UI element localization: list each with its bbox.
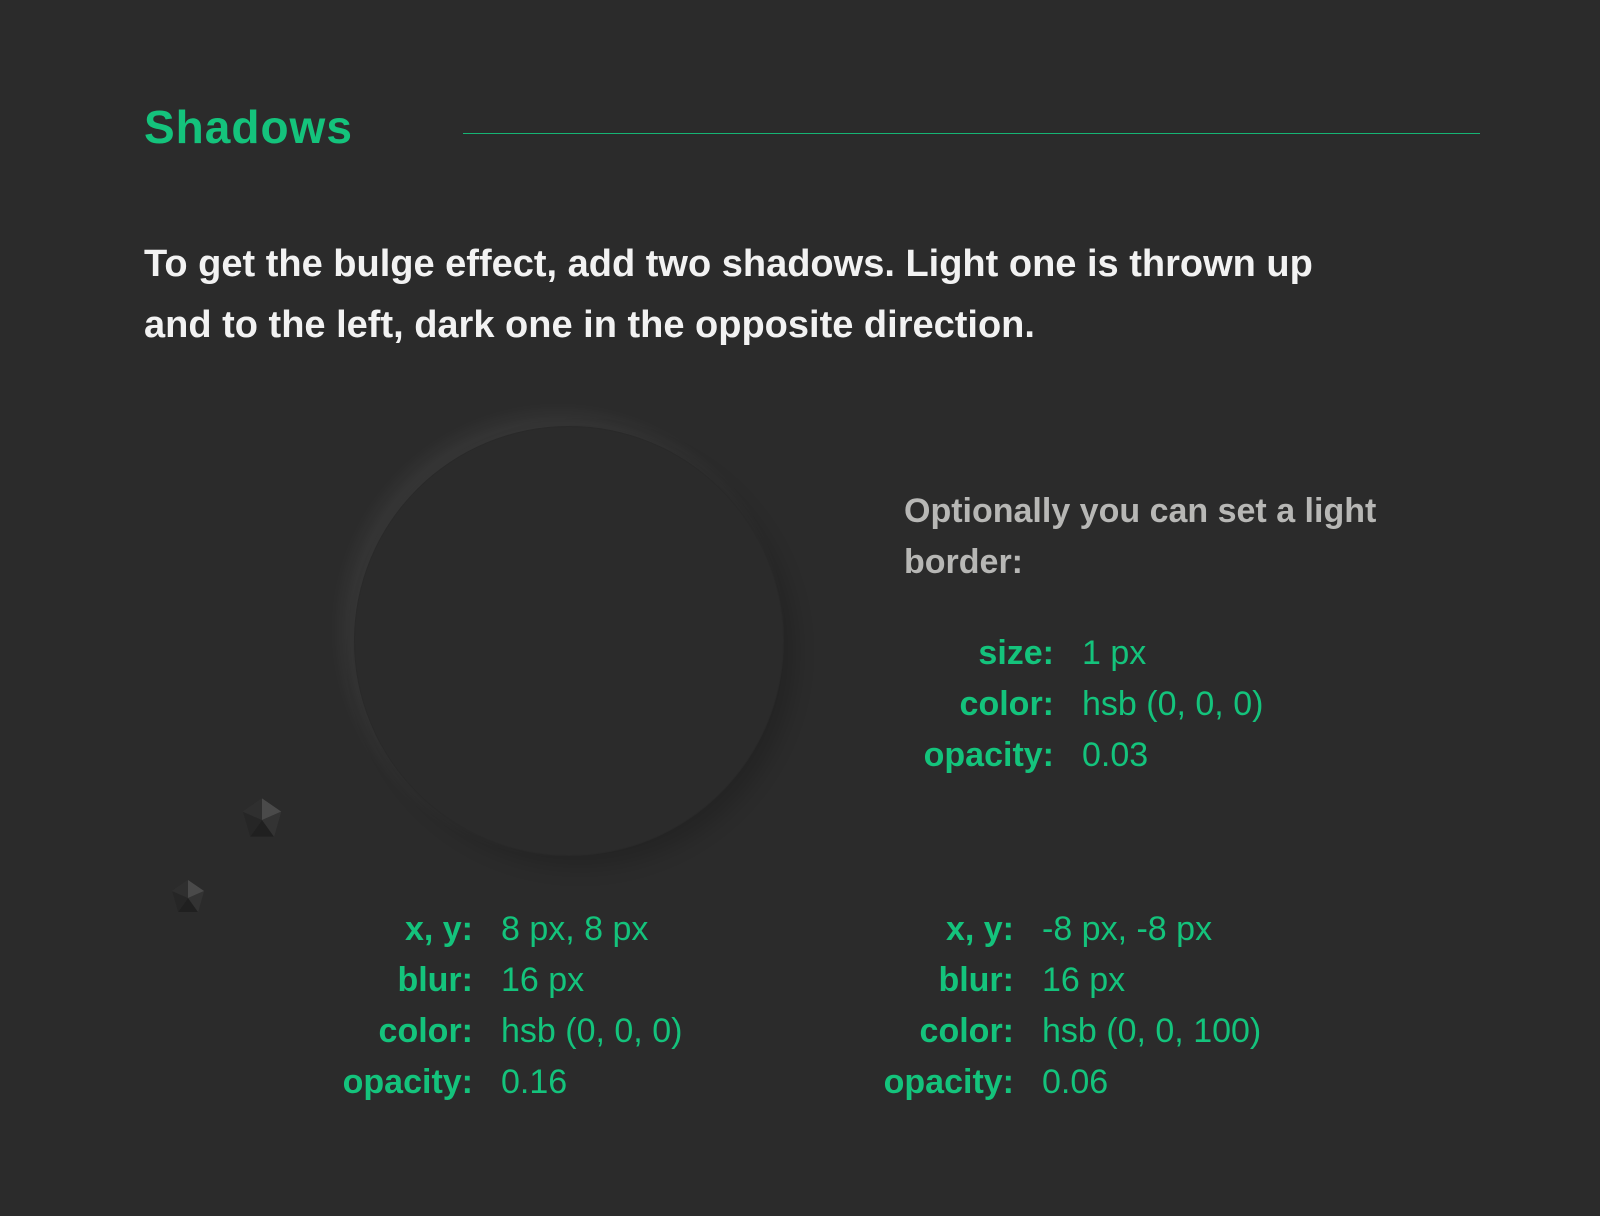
spec-val: 0.16 [473,1057,567,1108]
header: Shadows [144,100,1480,154]
illustration-stage: Optionally you can set a light border: s… [144,416,1480,1216]
spec-key: x, y: [834,904,1014,955]
spec-key: opacity: [904,730,1054,781]
spec-key: color: [236,1006,473,1057]
gem-icon [238,796,286,844]
spec-row: blur: 16 px [834,955,1414,1006]
spec-key: size: [904,628,1054,679]
spec-row: opacity: 0.06 [834,1057,1414,1108]
spec-key: blur: [834,955,1014,1006]
neumorphic-circle [354,426,784,856]
spec-row: x, y: 8 px, 8 px [236,904,796,955]
page-title: Shadows [144,100,353,154]
spec-key: opacity: [834,1057,1014,1108]
border-spec: Optionally you can set a light border: s… [904,486,1444,781]
spec-val: 0.06 [1014,1057,1108,1108]
spec-val: -8 px, -8 px [1014,904,1212,955]
spec-row: color: hsb (0, 0, 100) [834,1006,1414,1057]
spec-val: 8 px, 8 px [473,904,648,955]
border-caption: Optionally you can set a light border: [904,486,1444,588]
spec-row: opacity: 0.03 [904,730,1444,781]
spec-row: size: 1 px [904,628,1444,679]
spec-row: x, y: -8 px, -8 px [834,904,1414,955]
gem-icon [168,878,208,918]
spec-val: 0.03 [1054,730,1148,781]
spec-val: hsb (0, 0, 0) [473,1006,682,1057]
spec-key: blur: [236,955,473,1006]
spec-key: x, y: [236,904,473,955]
spec-val: 16 px [473,955,584,1006]
spec-row: opacity: 0.16 [236,1057,796,1108]
spec-key: opacity: [236,1057,473,1108]
header-divider [463,133,1480,134]
spec-val: hsb (0, 0, 0) [1054,679,1263,730]
intro-text: To get the bulge effect, add two shadows… [144,234,1344,356]
shadow-spec-dark: x, y: 8 px, 8 px blur: 16 px color: hsb … [236,904,796,1108]
spec-val: 16 px [1014,955,1125,1006]
spec-val: hsb (0, 0, 100) [1014,1006,1261,1057]
shadow-spec-light: x, y: -8 px, -8 px blur: 16 px color: hs… [834,904,1414,1108]
spec-key: color: [834,1006,1014,1057]
spec-row: blur: 16 px [236,955,796,1006]
spec-key: color: [904,679,1054,730]
spec-row: color: hsb (0, 0, 0) [904,679,1444,730]
spec-row: color: hsb (0, 0, 0) [236,1006,796,1057]
spec-val: 1 px [1054,628,1146,679]
